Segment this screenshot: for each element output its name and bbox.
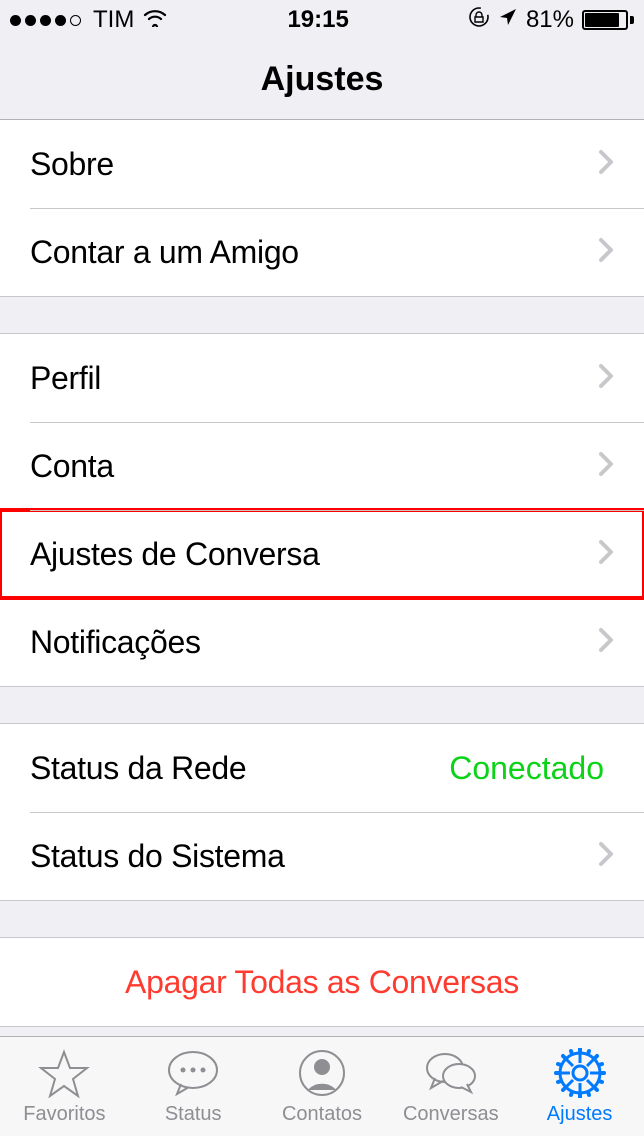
tab-ajustes[interactable]: Ajustes	[515, 1037, 644, 1136]
signal-strength-icon	[10, 15, 81, 26]
tab-bar: Favoritos Status Contatos Conversas	[0, 1036, 644, 1136]
wifi-icon	[142, 6, 168, 34]
row-contar-amigo[interactable]: Contar a um Amigo	[0, 208, 644, 296]
status-right: 81%	[468, 6, 634, 35]
carrier-label: TIM	[93, 6, 134, 34]
row-sobre[interactable]: Sobre	[0, 120, 644, 208]
tab-contatos[interactable]: Contatos	[258, 1037, 387, 1136]
row-conta[interactable]: Conta	[0, 422, 644, 510]
speech-bubbles-icon	[423, 1047, 479, 1099]
location-icon	[498, 6, 518, 34]
chevron-right-icon	[598, 841, 614, 872]
settings-list: Sobre Contar a um Amigo Perfil Conta Aju…	[0, 120, 644, 1036]
row-label: Ajustes de Conversa	[30, 536, 598, 573]
status-time: 19:15	[287, 6, 348, 34]
tab-label: Status	[165, 1103, 222, 1126]
row-status-sistema[interactable]: Status do Sistema	[0, 812, 644, 900]
tab-label: Favoritos	[23, 1103, 105, 1126]
page-title: Ajustes	[261, 60, 384, 99]
row-ajustes-conversa[interactable]: Ajustes de Conversa	[0, 510, 644, 598]
group-status: Status da Rede Conectado Status do Siste…	[0, 723, 644, 901]
row-status-rede[interactable]: Status da Rede Conectado	[0, 724, 644, 812]
nav-bar: Ajustes	[0, 40, 644, 120]
battery-icon	[582, 10, 634, 30]
rotation-lock-icon	[468, 6, 490, 35]
row-label: Perfil	[30, 360, 598, 397]
star-icon	[36, 1047, 92, 1099]
row-label: Status do Sistema	[30, 838, 598, 875]
chevron-right-icon	[598, 627, 614, 658]
row-value: Conectado	[449, 750, 604, 787]
group-about: Sobre Contar a um Amigo	[0, 120, 644, 297]
row-label: Apagar Todas as Conversas	[125, 964, 519, 1001]
row-label: Notificações	[30, 624, 598, 661]
row-label: Sobre	[30, 146, 598, 183]
row-notificacoes[interactable]: Notificações	[0, 598, 644, 686]
speech-bubble-dots-icon	[165, 1047, 221, 1099]
tab-label: Conversas	[403, 1103, 499, 1126]
row-apagar-todas[interactable]: Apagar Todas as Conversas	[0, 938, 644, 1026]
status-bar: TIM 19:15 81%	[0, 0, 644, 40]
contact-icon	[294, 1047, 350, 1099]
row-perfil[interactable]: Perfil	[0, 334, 644, 422]
status-left: TIM	[10, 6, 168, 34]
group-account: Perfil Conta Ajustes de Conversa Notific…	[0, 333, 644, 687]
tab-favoritos[interactable]: Favoritos	[0, 1037, 129, 1136]
chevron-right-icon	[598, 363, 614, 394]
group-destructive: Apagar Todas as Conversas	[0, 937, 644, 1027]
battery-percent: 81%	[526, 6, 574, 34]
row-label: Status da Rede	[30, 750, 449, 787]
tab-conversas[interactable]: Conversas	[386, 1037, 515, 1136]
chevron-right-icon	[598, 149, 614, 180]
row-label: Contar a um Amigo	[30, 234, 598, 271]
tab-label: Contatos	[282, 1103, 362, 1126]
chevron-right-icon	[598, 539, 614, 570]
chevron-right-icon	[598, 237, 614, 268]
tab-status[interactable]: Status	[129, 1037, 258, 1136]
row-label: Conta	[30, 448, 598, 485]
chevron-right-icon	[598, 451, 614, 482]
tab-label: Ajustes	[547, 1103, 613, 1126]
gear-icon	[552, 1047, 608, 1099]
